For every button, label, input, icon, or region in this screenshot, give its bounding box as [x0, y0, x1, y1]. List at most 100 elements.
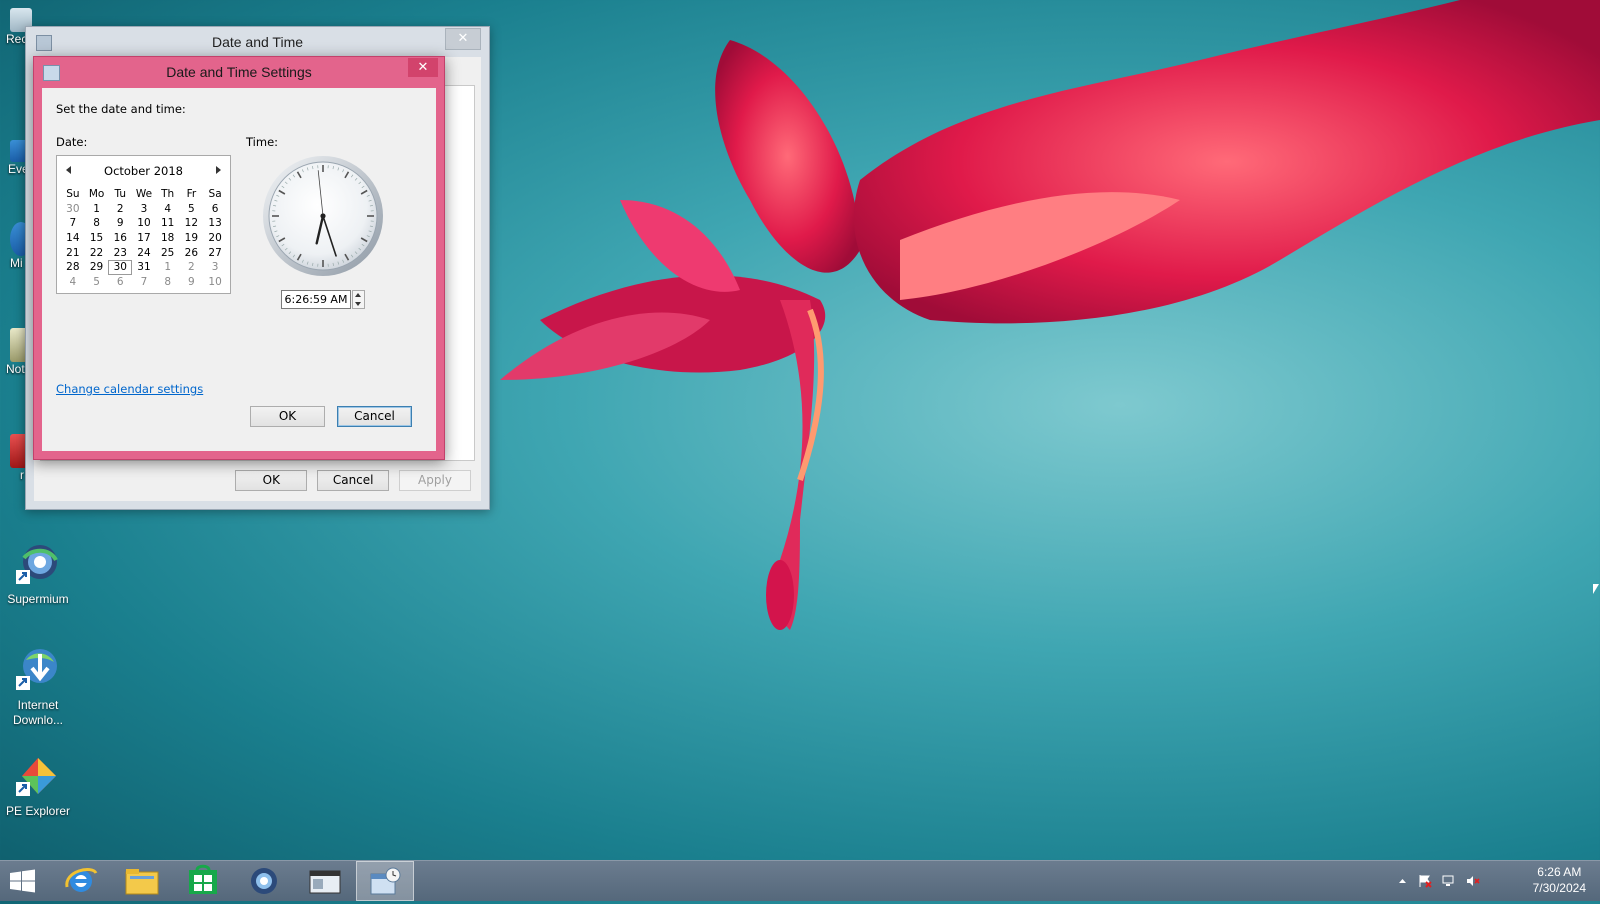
dialog-ok-button[interactable]: OK	[250, 406, 325, 427]
action-center-flag-icon[interactable]	[1418, 874, 1431, 887]
time-input[interactable]: 6:26:59 AM	[281, 290, 351, 309]
calendar-week-row: 28293031123	[61, 260, 227, 275]
calendar-day[interactable]: 18	[156, 231, 180, 246]
calendar-day[interactable]: 14	[61, 231, 85, 246]
window-app-icon	[296, 861, 354, 901]
windows-logo-icon	[0, 861, 46, 901]
calendar-day[interactable]: 2	[180, 260, 204, 275]
internet-download-label: Internet Downlo...	[0, 698, 76, 728]
calendar-day[interactable]: 29	[85, 260, 109, 275]
calendar-header: October 2018	[57, 164, 230, 180]
desktop-icon-supermium[interactable]: Supermium	[0, 540, 76, 606]
clock-time: 6:26 AM	[1533, 864, 1586, 880]
calendar-day[interactable]: 3	[203, 260, 227, 275]
calendar-day[interactable]: 31	[132, 260, 156, 275]
calendar-day[interactable]: 30	[61, 202, 85, 217]
weekday-header: Tu	[108, 187, 132, 202]
taskbar-internet-explorer[interactable]	[52, 861, 110, 901]
supermium-label: Supermium	[0, 592, 76, 606]
taskbar-date-time[interactable]	[356, 861, 414, 901]
supermium-icon	[14, 540, 62, 588]
calendar-day[interactable]: 30	[108, 260, 132, 275]
calendar-day[interactable]: 23	[108, 245, 132, 260]
calendar-day[interactable]: 9	[180, 275, 204, 290]
calendar-day[interactable]: 12	[180, 216, 204, 231]
close-icon: ✕	[418, 60, 429, 75]
calendar-day[interactable]: 24	[132, 245, 156, 260]
calendar-day[interactable]: 11	[156, 216, 180, 231]
weekday-header: Fr	[180, 187, 204, 202]
calendar-day[interactable]: 5	[180, 202, 204, 217]
desktop-icon-pe-explorer[interactable]: PE Explorer	[0, 752, 76, 818]
calendar-day[interactable]: 22	[85, 245, 109, 260]
change-calendar-settings-link[interactable]: Change calendar settings	[56, 382, 203, 396]
weekday-header: Th	[156, 187, 180, 202]
button-row: OK Cancel Apply	[235, 470, 471, 491]
internet-explorer-icon	[52, 861, 110, 901]
calendar-day[interactable]: 9	[108, 216, 132, 231]
calendar-day[interactable]: 26	[180, 245, 204, 260]
calendar-day[interactable]: 27	[203, 245, 227, 260]
analog-clock	[261, 154, 385, 278]
show-hidden-icons-icon[interactable]	[1396, 875, 1409, 888]
calendar-day[interactable]: 2	[108, 202, 132, 217]
system-tray: 6:26 AM 7/30/2024	[1380, 861, 1600, 901]
ok-button[interactable]: OK	[235, 470, 307, 491]
desktop-icon-internet-download[interactable]: Internet Downlo...	[0, 646, 76, 728]
calendar[interactable]: October 2018 Su Mo Tu We Th Fr Sa 301234…	[56, 155, 231, 294]
weekday-header: Sa	[203, 187, 227, 202]
calendar-day[interactable]: 16	[108, 231, 132, 246]
calendar-day[interactable]: 17	[132, 231, 156, 246]
wallpaper-flower	[480, 0, 1600, 660]
calendar-day[interactable]: 10	[203, 275, 227, 290]
calendar-day[interactable]: 6	[108, 275, 132, 290]
start-button[interactable]	[0, 861, 46, 901]
calendar-day[interactable]: 13	[203, 216, 227, 231]
date-label: Date:	[56, 135, 87, 149]
cancel-button[interactable]: Cancel	[317, 470, 389, 491]
calendar-day[interactable]: 4	[156, 202, 180, 217]
spin-up-icon[interactable]	[355, 293, 361, 297]
calendar-day[interactable]: 21	[61, 245, 85, 260]
calendar-day[interactable]: 1	[156, 260, 180, 275]
calendar-day[interactable]: 6	[203, 202, 227, 217]
calendar-day[interactable]: 28	[61, 260, 85, 275]
calendar-month[interactable]: October 2018	[57, 164, 230, 178]
dialog-cancel-button[interactable]: Cancel	[337, 406, 412, 427]
taskbar-supermium[interactable]	[235, 861, 293, 901]
calendar-day[interactable]: 5	[85, 275, 109, 290]
taskbar-clock[interactable]: 6:26 AM 7/30/2024	[1533, 864, 1586, 896]
taskbar-file-explorer[interactable]	[113, 861, 171, 901]
close-button[interactable]: ✕	[445, 28, 481, 50]
calendar-week-row: 21222324252627	[61, 245, 227, 260]
calendar-day[interactable]: 19	[180, 231, 204, 246]
window-title: Date and Time	[26, 34, 489, 50]
time-spinner[interactable]	[352, 290, 365, 309]
dialog-close-button[interactable]: ✕	[408, 58, 438, 77]
calendar-day[interactable]: 10	[132, 216, 156, 231]
taskbar-store[interactable]	[174, 861, 232, 901]
calendar-day[interactable]: 3	[132, 202, 156, 217]
date-and-time-settings-dialog: Date and Time Settings ✕ Set the date an…	[33, 56, 445, 460]
calendar-day[interactable]: 20	[203, 231, 227, 246]
calendar-day[interactable]: 7	[61, 216, 85, 231]
calendar-day[interactable]: 8	[85, 216, 109, 231]
calendar-grid: Su Mo Tu We Th Fr Sa 3012345678910111213…	[61, 187, 227, 289]
calendar-day[interactable]: 4	[61, 275, 85, 290]
calendar-day[interactable]: 1	[85, 202, 109, 217]
calendar-week-row: 45678910	[61, 275, 227, 290]
next-month-icon[interactable]	[216, 166, 221, 174]
calendar-day[interactable]: 7	[132, 275, 156, 290]
store-icon	[174, 861, 232, 901]
calendar-day[interactable]: 15	[85, 231, 109, 246]
network-icon[interactable]	[1442, 874, 1455, 887]
calendar-day[interactable]: 8	[156, 275, 180, 290]
internet-download-manager-icon	[14, 646, 62, 694]
calendar-day[interactable]: 25	[156, 245, 180, 260]
window-titlebar[interactable]: Date and Time ✕	[26, 27, 489, 57]
calendar-week-row: 14151617181920	[61, 231, 227, 246]
taskbar-remote-app[interactable]	[296, 861, 354, 901]
apply-button[interactable]: Apply	[399, 470, 471, 491]
volume-muted-icon[interactable]	[1466, 874, 1479, 887]
spin-down-icon[interactable]	[355, 302, 361, 306]
